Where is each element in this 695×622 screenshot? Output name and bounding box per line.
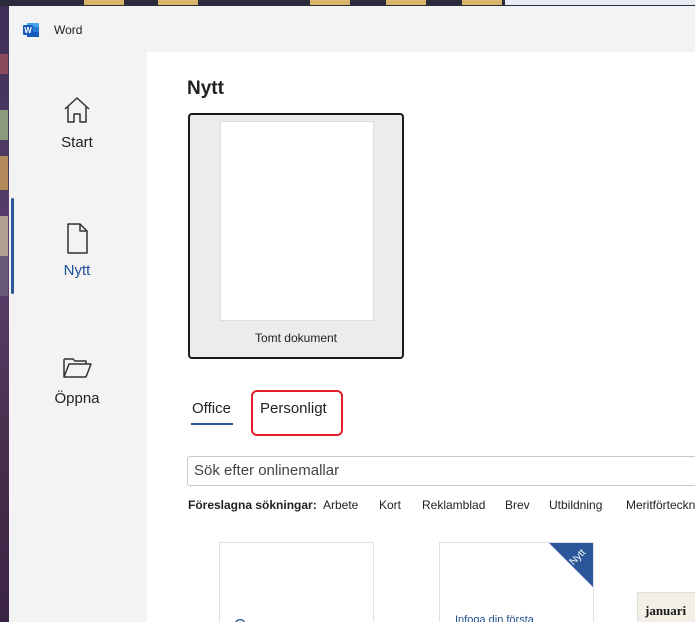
suggested-search-link[interactable]: Reklamblad [422,498,485,512]
nav-label: Öppna [54,390,100,407]
tab-selected-underline [191,423,233,425]
desktop-tile [386,0,426,5]
suggested-search-link[interactable]: Arbete [323,498,358,512]
new-badge: Nytt [549,543,593,587]
template-caption: C [234,617,246,622]
backstage-nav: Start Nytt Öppna [9,52,147,622]
template-caption: Infoga din första [455,614,534,622]
desktop-thumbnail [0,54,8,74]
desktop-tile [462,0,502,5]
desktop-thumbnail [0,216,8,256]
desktop-background-left [0,6,9,622]
desktop-thumbnail [0,156,8,190]
folder-open-icon [63,358,92,378]
blank-page-preview [220,121,374,321]
home-icon [64,97,90,123]
blank-document-template[interactable]: Tomt dokument [188,113,404,359]
template-search-input[interactable] [194,462,694,479]
template-thumbnail[interactable]: C [219,542,374,622]
suggested-search-link[interactable]: Meritförteckn [626,498,695,512]
blank-document-label: Tomt dokument [254,331,338,345]
nav-item-new[interactable]: Nytt [9,222,147,322]
template-caption: januari [645,603,687,618]
tab-office[interactable]: Office [192,400,231,417]
desktop-thumbnail [0,256,8,296]
new-badge-ribbon-icon [549,543,593,587]
template-thumbnail[interactable]: Nytt Infoga din första [439,542,594,622]
app-title: Word [54,23,83,37]
suggested-searches: Föreslagna sökningar: Arbete Kort Reklam… [188,498,695,512]
calendar-template-thumbnail[interactable]: januari [637,592,695,622]
new-document-icon [67,223,88,254]
highlight-annotation [251,390,343,436]
desktop-tile [158,0,198,5]
template-search-box [187,456,695,486]
desktop-thumbnail [0,110,8,140]
desktop-tile [310,0,350,5]
desktop-tile [84,0,124,5]
suggested-searches-label: Föreslagna sökningar: [188,498,317,512]
nav-item-start[interactable]: Start [9,94,147,194]
page-title: Nytt [187,78,224,99]
new-document-panel: Nytt Tomt dokument Office Personligt För… [147,52,695,622]
word-window: W Word Start Nytt Öppna Nytt Tomt dokume… [9,6,695,622]
title-bar: W Word [9,6,695,52]
svg-text:W: W [24,26,32,35]
nav-item-open[interactable]: Öppna [9,350,147,450]
word-logo-icon: W [23,23,39,37]
suggested-search-link[interactable]: Utbildning [549,498,602,512]
taskbar-strip [505,0,695,5]
nav-label: Nytt [63,262,91,279]
nav-label: Start [61,134,93,151]
suggested-search-link[interactable]: Kort [379,498,401,512]
suggested-search-link[interactable]: Brev [505,498,530,512]
